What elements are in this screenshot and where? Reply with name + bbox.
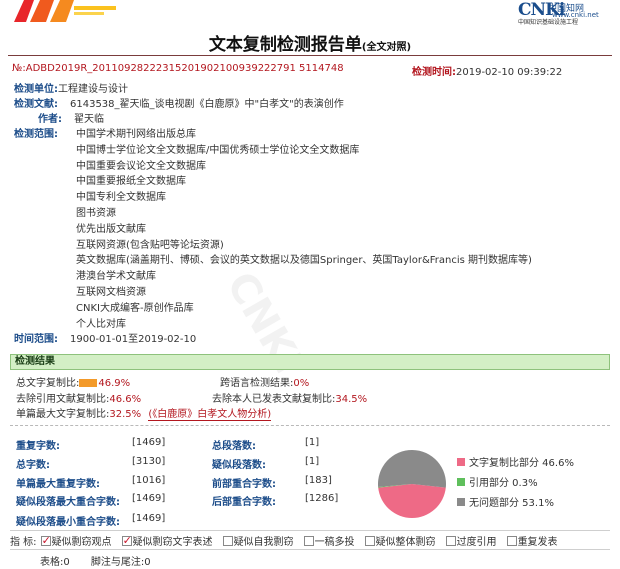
indicator-label: 疑似剽窃文字表述 xyxy=(132,537,213,548)
indicator-item: 一稿多投 xyxy=(300,536,355,548)
checkbox-icon xyxy=(445,536,456,546)
swatch xyxy=(457,478,465,486)
scope-item: 中国博士学位论文全文数据库/中国优秀硕士学位论文全文数据库 xyxy=(76,144,360,156)
doc-row: 检测文献: 6143538_翟天临_谈电视剧《白鹿原》中"白孝文"的表演创作 xyxy=(14,99,344,110)
checked-box-icon xyxy=(40,534,51,547)
report-logo xyxy=(14,0,116,22)
indicator-label: 疑似自我剽窃 xyxy=(233,537,294,548)
indicator-item: 重复发表 xyxy=(503,536,558,548)
indicators-row: 指 标:疑似剽窃观点疑似剽窃文字表述疑似自我剽窃一稿多投疑似整体剽窃过度引用重复… xyxy=(10,533,558,548)
divider xyxy=(10,549,610,550)
results-header: 检测结果 xyxy=(10,354,610,370)
cross-lang: 跨语言检测结果:0% xyxy=(220,378,310,389)
legend-item-quote: 引用部分 0.3% xyxy=(457,478,574,498)
footer-tables: 表格:0 xyxy=(40,557,70,568)
total-chars-value: [3130] xyxy=(132,456,166,467)
cnki-slogan: 中国知识基础设施工程 xyxy=(518,19,579,26)
rate-bar xyxy=(79,379,98,387)
similarity-pie-chart xyxy=(378,450,446,518)
pie-legend: 文字复制比部分 46.6% 引用部分 0.3% 无问题部分 53.1% xyxy=(457,458,574,518)
scope-item: 互联网资源(包含贴吧等论坛资源) xyxy=(76,239,224,251)
divider xyxy=(10,530,610,531)
page-subtitle: (全文对照) xyxy=(361,42,412,53)
pie-slice xyxy=(378,484,446,518)
front-overlap-value: [183] xyxy=(305,475,332,486)
indicator-item: 疑似剽窃观点 xyxy=(37,534,112,548)
checkbox-icon xyxy=(303,536,314,546)
max-para-dup: 单篇最大重复字数: xyxy=(16,479,100,490)
sus-max-overlap-value: [1469] xyxy=(132,493,166,504)
scope-item: 中国重要报纸全文数据库 xyxy=(76,176,186,188)
total-rate: 总文字复制比: 46.9% xyxy=(16,378,131,389)
max-single-rate: 单篇最大文字复制比:32.5% (《白鹿原》白孝文人物分析) xyxy=(16,409,272,421)
legend-item-clean: 无问题部分 53.1% xyxy=(457,498,574,518)
scope-label: 检测范围: xyxy=(14,129,58,140)
sus-min-overlap: 疑似段落最小重合字数: xyxy=(16,517,120,528)
scope-item: 中国专利全文数据库 xyxy=(76,192,166,204)
swatch xyxy=(457,498,465,506)
divider xyxy=(8,55,612,56)
pie-slice xyxy=(378,450,446,488)
indicator-label: 疑似剽窃观点 xyxy=(51,537,112,548)
time-range-row: 时间范围: 1900-01-01至2019-02-10 xyxy=(14,334,197,345)
legend-item-copy: 文字复制比部分 46.6% xyxy=(457,458,574,478)
report-number: №:ADBD2019R_2011092822231520190210093922… xyxy=(12,63,344,74)
indicator-label: 过度引用 xyxy=(456,537,497,548)
indicator-item: 疑似自我剽窃 xyxy=(219,536,294,548)
indicator-label: 疑似整体剽窃 xyxy=(375,537,436,548)
indicator-label: 一稿多投 xyxy=(314,537,355,548)
indicator-label: 重复发表 xyxy=(517,537,558,548)
sus-paras: 疑似段落数: xyxy=(212,460,266,471)
checked-box-icon xyxy=(121,534,132,547)
sus-max-overlap: 疑似段落最大重合字数: xyxy=(16,497,120,508)
total-chars: 总字数: xyxy=(16,460,50,471)
max-single-doc[interactable]: (《白鹿原》白孝文人物分析) xyxy=(148,409,272,421)
author-row: 作者: 翟天临 xyxy=(38,114,104,125)
checkbox-icon xyxy=(506,536,517,546)
scope-item: 中国重要会议论文全文数据库 xyxy=(76,160,206,172)
scope-item: 中国学术期刊网络出版总库 xyxy=(76,129,196,140)
checkbox-icon xyxy=(222,536,233,546)
front-overlap: 前部重合字数: xyxy=(212,479,276,490)
max-para-dup-value: [1016] xyxy=(132,475,166,486)
sus-paras-value: [1] xyxy=(305,456,320,467)
footer-notes: 脚注与尾注:0 xyxy=(90,557,151,568)
excl-self-rate: 去除本人已发表文献复制比:34.5% xyxy=(212,394,368,405)
checkbox-icon xyxy=(364,536,375,546)
scope-item: 图书资源 xyxy=(76,208,116,219)
scope-item: 港澳台学术文献库 xyxy=(76,271,156,283)
sus-min-overlap-value: [1469] xyxy=(132,513,166,524)
total-paras-value: [1] xyxy=(305,437,320,448)
indicator-item: 疑似剽窃文字表述 xyxy=(118,534,213,548)
scope-item: 优先出版文献库 xyxy=(76,223,146,235)
scope-item: CNKI大成编客-原创作品库 xyxy=(76,302,194,314)
scope-item: 英文数据库(涵盖期刊、博硕、会议的英文数据以及德国Springer、英国Tayl… xyxy=(76,255,532,267)
indicator-item: 疑似整体剽窃 xyxy=(361,536,436,548)
check-time-value: 2019-02-10 09:39:22 xyxy=(456,67,563,78)
check-time: 检测时间:2019-02-10 09:39:22 xyxy=(412,67,563,78)
unit-row: 检测单位:工程建设与设计 xyxy=(14,84,128,95)
indicator-item: 过度引用 xyxy=(442,536,497,548)
cnki-logo: CNKi 中国知网 www.cnki.net 中国知识基础设施工程 xyxy=(518,0,614,26)
back-overlap: 后部重合字数: xyxy=(212,497,276,508)
scope-item: 个人比对库 xyxy=(76,318,126,330)
excl-quote-rate: 去除引用文献复制比:46.6% xyxy=(16,394,142,405)
divider xyxy=(10,425,610,426)
back-overlap-value: [1286] xyxy=(305,493,339,504)
dup-chars-value: [1469] xyxy=(132,437,166,448)
swatch xyxy=(457,458,465,466)
dup-chars: 重复字数: xyxy=(16,441,60,452)
footer: 表格:0 脚注与尾注:0 xyxy=(40,553,151,568)
page-title: 文本复制检测报告单(全文对照) xyxy=(208,35,412,55)
scope-item: 互联网文档资源 xyxy=(76,287,146,298)
total-paras: 总段落数: xyxy=(212,441,256,452)
